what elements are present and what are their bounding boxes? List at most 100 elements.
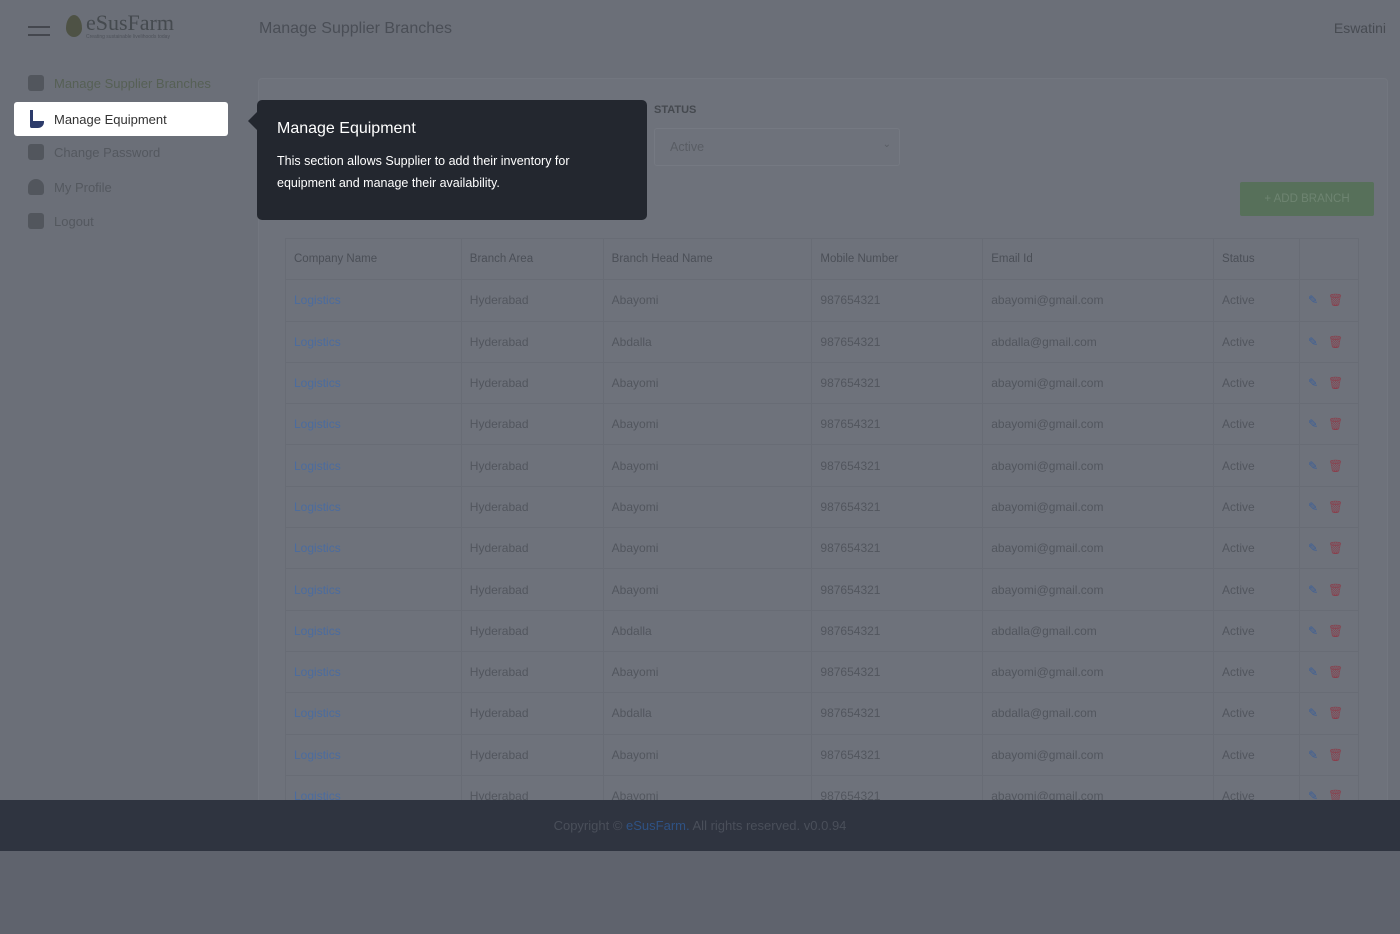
edit-icon[interactable]: ✎ (1308, 417, 1318, 431)
mobile-number: 987654321 (811, 279, 984, 322)
edit-icon[interactable]: ✎ (1308, 583, 1318, 597)
sidebar-item-label: Logout (54, 213, 94, 229)
footer-suffix: All rights reserved. v0.0.94 (689, 818, 847, 833)
mobile-number: 987654321 (811, 568, 984, 611)
branch-head: Abayomi (602, 279, 813, 322)
delete-icon[interactable]: 🗑 (1328, 706, 1343, 720)
branch-area: Hyderabad (460, 320, 604, 363)
tooltip-title: Manage Equipment (277, 120, 416, 137)
delete-icon[interactable]: 🗑 (1328, 417, 1343, 431)
delete-icon[interactable]: 🗑 (1328, 335, 1343, 349)
company-link[interactable]: Logistics (285, 650, 462, 694)
branch-area: Hyderabad (460, 403, 604, 446)
delete-icon[interactable]: 🗑 (1328, 583, 1343, 597)
company-link[interactable]: Logistics (285, 527, 462, 570)
region-label[interactable]: Eswatini (1334, 20, 1386, 36)
delete-icon[interactable]: 🗑 (1328, 748, 1343, 762)
actions-cell: ✎ 🗑 (1298, 361, 1360, 405)
delete-icon[interactable]: 🗑 (1328, 665, 1343, 679)
sidebar-item-branches[interactable]: Manage Supplier Branches (28, 75, 211, 91)
delete-icon[interactable]: 🗑 (1328, 500, 1343, 514)
edit-icon[interactable]: ✎ (1308, 500, 1318, 514)
menu-toggle-icon[interactable] (28, 26, 50, 36)
actions-cell: ✎ 🗑 (1298, 650, 1360, 694)
company-link[interactable]: Logistics (285, 279, 462, 322)
sidebar-item-logout[interactable]: Logout (28, 213, 94, 229)
column-header (1298, 237, 1360, 281)
branch-head: Abayomi (602, 733, 813, 776)
company-link[interactable]: Logistics (285, 733, 462, 776)
delete-icon[interactable]: 🗑 (1328, 541, 1343, 555)
branch-head: Abdalla (602, 320, 813, 363)
actions-cell: ✎ 🗑 (1298, 485, 1360, 529)
delete-icon[interactable]: 🗑 (1328, 459, 1343, 473)
edit-icon[interactable]: ✎ (1308, 706, 1318, 720)
column-header: Branch Head Name (602, 237, 813, 281)
status: Active (1213, 609, 1300, 652)
sidebar-item-label: Manage Supplier Branches (54, 75, 211, 91)
company-link[interactable]: Logistics (285, 403, 462, 446)
delete-icon[interactable]: 🗑 (1328, 376, 1343, 390)
chevron-down-icon: ⌄ (882, 139, 891, 150)
column-header: Company Name (285, 237, 462, 281)
sidebar-item-manage-equipment[interactable]: Manage Equipment (14, 102, 228, 136)
company-link[interactable]: Logistics (285, 320, 462, 363)
table-row: Logistics Hyderabad Abayomi 987654321 abayom… (285, 568, 1360, 611)
email: abayomi@gmail.com (982, 444, 1215, 487)
branch-area: Hyderabad (460, 650, 604, 694)
edit-icon[interactable]: ✎ (1308, 459, 1318, 473)
drop-icon (66, 15, 82, 37)
delete-icon[interactable]: 🗑 (1328, 293, 1343, 307)
edit-icon[interactable]: ✎ (1308, 541, 1318, 555)
lock-icon (28, 144, 44, 160)
branch-head: Abdalla (602, 692, 813, 735)
actions-cell: ✎ 🗑 (1298, 609, 1360, 652)
company-link[interactable]: Logistics (285, 568, 462, 611)
mobile-number: 987654321 (811, 485, 984, 529)
column-header: Mobile Number (811, 237, 984, 281)
delete-icon[interactable]: 🗑 (1328, 624, 1343, 638)
footer: Copyright © eSusFarm. All rights reserve… (0, 800, 1400, 851)
edit-icon[interactable]: ✎ (1308, 293, 1318, 307)
company-link[interactable]: Logistics (285, 485, 462, 529)
status: Active (1213, 485, 1300, 529)
status-value: Active (670, 140, 705, 154)
actions-cell: ✎ 🗑 (1298, 527, 1360, 570)
edit-icon[interactable]: ✎ (1308, 376, 1318, 390)
status: Active (1213, 733, 1300, 776)
footer-brand-link[interactable]: eSusFarm. (626, 818, 690, 833)
email: abayomi@gmail.com (982, 568, 1215, 611)
edit-icon[interactable]: ✎ (1308, 624, 1318, 638)
sidebar-item-change-password[interactable]: Change Password (28, 144, 160, 160)
sidebar-item-label: Manage Equipment (54, 111, 167, 127)
table-row: Logistics Hyderabad Abdalla 987654321 abdall… (285, 320, 1360, 363)
logo-tagline: Creating sustainable livelihoods today (86, 34, 170, 40)
actions-cell: ✎ 🗑 (1298, 279, 1360, 322)
mobile-number: 987654321 (811, 692, 984, 735)
email: abdalla@gmail.com (982, 320, 1215, 363)
company-link[interactable]: Logistics (285, 444, 462, 487)
branch-head: Abayomi (602, 485, 813, 529)
company-link[interactable]: Logistics (285, 609, 462, 652)
company-link[interactable]: Logistics (285, 692, 462, 735)
mobile-number: 987654321 (811, 527, 984, 570)
mobile-number: 987654321 (811, 361, 984, 405)
edit-icon[interactable]: ✎ (1308, 748, 1318, 762)
edit-icon[interactable]: ✎ (1308, 665, 1318, 679)
edit-icon[interactable]: ✎ (1308, 335, 1318, 349)
actions-cell: ✎ 🗑 (1298, 320, 1360, 363)
sidebar-item-my-profile[interactable]: My Profile (28, 179, 112, 195)
email: abayomi@gmail.com (982, 279, 1215, 322)
status: Active (1213, 444, 1300, 487)
branch-head: Abdalla (602, 609, 813, 652)
status-select[interactable]: Active ⌄ (654, 128, 900, 166)
add-branch-button[interactable]: + ADD BRANCH (1240, 182, 1374, 216)
status: Active (1213, 650, 1300, 694)
status: Active (1213, 320, 1300, 363)
tooltip-body: This section allows Supplier to add thei… (277, 154, 570, 190)
status: Active (1213, 527, 1300, 570)
mobile-number: 987654321 (811, 609, 984, 652)
branch-head: Abayomi (602, 527, 813, 570)
actions-cell: ✎ 🗑 (1298, 733, 1360, 776)
company-link[interactable]: Logistics (285, 361, 462, 405)
